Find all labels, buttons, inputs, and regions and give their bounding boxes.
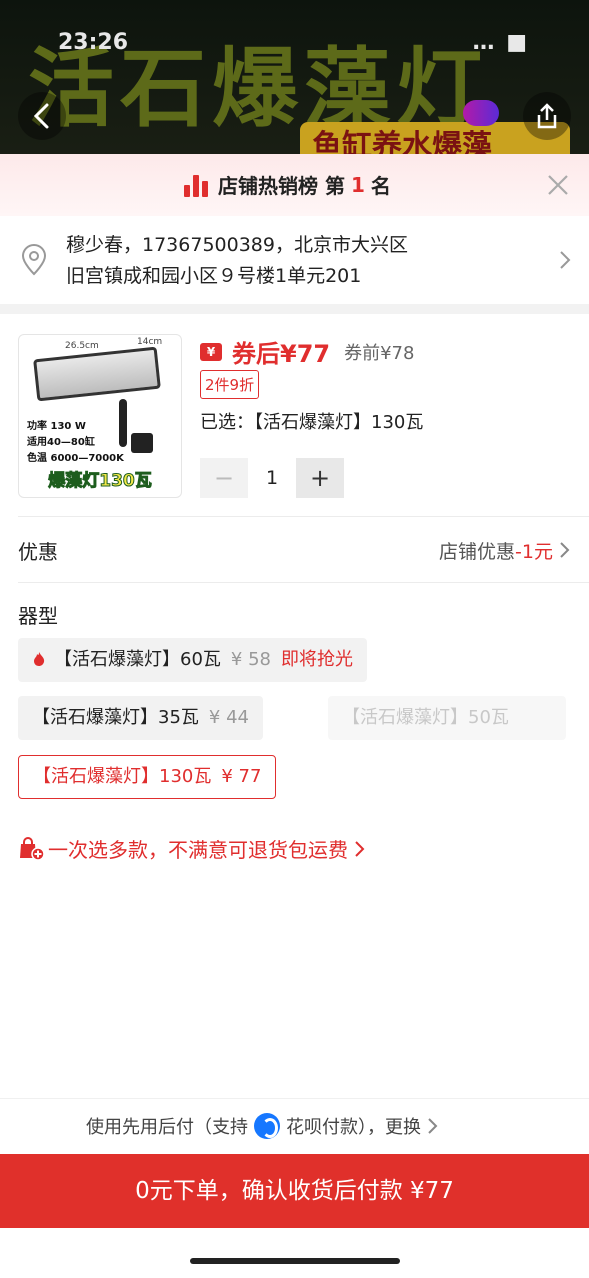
shipping-address[interactable]: 穆少春，17367500389，北京市大兴区 旧宫镇成和园小区９号楼1单元201 (0, 216, 589, 304)
divider (18, 582, 589, 583)
shopping-bag-plus-icon (20, 836, 44, 861)
share-button[interactable] (523, 92, 571, 140)
place-order-button[interactable]: 0元下单，确认收货后付款 ¥77 (0, 1154, 589, 1228)
rank-suffix: 名 (370, 174, 391, 198)
pay-later-suffix: ），更换 (358, 1117, 421, 1138)
lamp-illustration (33, 346, 161, 402)
variant-price: ¥ 58 (230, 649, 271, 670)
product-thumbnail[interactable]: 26.5cm 14cm 功率 130 W 适用40—80缸 色温 6000—70… (18, 334, 182, 498)
promotion-prefix: 店铺优惠 (439, 541, 516, 563)
address-line-1: 穆少春，17367500389，北京市大兴区 (66, 234, 408, 256)
decrease-button[interactable]: − (200, 458, 248, 498)
quantity-value[interactable]: 1 (248, 467, 296, 489)
multi-select-guarantee[interactable]: 一次选多款，不满意可退货包运费 (18, 834, 366, 863)
ranking-icon (184, 173, 208, 197)
price-before-coupon: 券前¥78 (344, 342, 415, 364)
promotion-row[interactable]: 优惠 店铺优惠-1元 (0, 516, 589, 582)
thumb-spec-color-temp: 色温 6000—7000K (27, 453, 124, 464)
variant-option-50w[interactable]: 【活石爆藻灯】50瓦 (328, 696, 566, 740)
sku-selection-sheet: 店铺热销榜 第 1 名 穆少春，17367500389，北京市大兴区 旧宫镇成和… (0, 154, 589, 1278)
variant-name: 【活石爆藻灯】60瓦 (54, 649, 221, 670)
variant-option-35w[interactable]: 【活石爆藻灯】35瓦 ¥ 44 (18, 696, 263, 740)
location-pin-icon (21, 244, 47, 276)
close-icon[interactable] (545, 172, 571, 198)
shop-avatar (463, 100, 499, 126)
variant-name: 【活石爆藻灯】130瓦 (33, 766, 212, 787)
variant-price: ¥ 44 (208, 707, 249, 728)
promotion-value: 店铺优惠-1元 (439, 537, 553, 564)
huabei-icon (254, 1113, 280, 1139)
home-indicator (190, 1258, 400, 1264)
chevron-right-icon (428, 1118, 438, 1134)
thumb-spec-tank: 适用40—80缸 (27, 437, 95, 448)
pay-later-brand: 花呗付款 (286, 1117, 358, 1138)
rank-prefix: 店铺热销榜 第 (218, 174, 345, 198)
chevron-right-icon (560, 542, 570, 558)
status-time: 23:26 (58, 30, 129, 55)
variant-option-60w[interactable]: 【活石爆藻灯】60瓦 ¥ 58 即将抢光 (18, 638, 367, 682)
price-after-coupon: 券后¥77 (232, 340, 331, 368)
rank-number: 1 (350, 172, 365, 197)
model-section-label: 器型 (18, 604, 58, 628)
status-indicators: … ■ (472, 30, 529, 55)
share-icon (537, 103, 557, 129)
flame-icon (34, 652, 45, 666)
multi-select-text: 一次选多款，不满意可退货包运费 (48, 838, 348, 862)
price-row: ¥ 券后¥77 券前¥78 (200, 334, 414, 369)
section-gap (0, 304, 589, 314)
promotion-amount: -1元 (515, 541, 553, 563)
pay-later-row[interactable]: 使用先用后付（支持 花呗付款 ），更换 (0, 1098, 589, 1154)
thumb-dimension-width: 26.5cm (65, 341, 99, 351)
lamp-arm (119, 399, 127, 447)
back-button[interactable] (18, 92, 66, 140)
promotion-label: 优惠 (18, 540, 58, 564)
increase-button[interactable]: + (296, 458, 344, 498)
address-line-2: 旧宫镇成和园小区９号楼1单元201 (66, 265, 362, 287)
thumb-spec-power: 功率 130 W (27, 421, 86, 432)
hot-rank-banner[interactable]: 店铺热销榜 第 1 名 (0, 154, 589, 216)
chevron-right-icon (355, 840, 365, 857)
discount-badge: 2件9折 (200, 370, 260, 399)
variant-name: 【活石爆藻灯】35瓦 (32, 707, 199, 728)
thumb-dimension-depth: 14cm (137, 337, 163, 347)
lamp-clip (131, 433, 153, 453)
product-hero-image: 活石爆藻灯 鱼缸养水爆藻 23:26 … ■ (0, 0, 589, 160)
variant-price: ¥ 77 (221, 766, 262, 787)
thumb-tag: 爆藻灯130瓦 (48, 471, 153, 492)
coupon-icon: ¥ (200, 342, 222, 361)
selected-variant-text: 已选：【活石爆藻灯】130瓦 (200, 412, 424, 433)
quantity-stepper: − 1 + (200, 458, 344, 498)
low-stock-note: 即将抢光 (280, 649, 353, 670)
variant-option-130w[interactable]: 【活石爆藻灯】130瓦 ¥ 77 (18, 755, 277, 799)
variant-name: 【活石爆藻灯】50瓦 (342, 707, 509, 728)
address-text: 穆少春，17367500389，北京市大兴区 旧宫镇成和园小区９号楼1单元201 (66, 230, 536, 292)
chevron-left-icon (33, 103, 49, 129)
chevron-right-icon (560, 251, 571, 269)
pay-later-prefix: 使用先用后付（支持 (86, 1117, 248, 1138)
product-summary: 26.5cm 14cm 功率 130 W 适用40—80缸 色温 6000—70… (0, 314, 589, 514)
